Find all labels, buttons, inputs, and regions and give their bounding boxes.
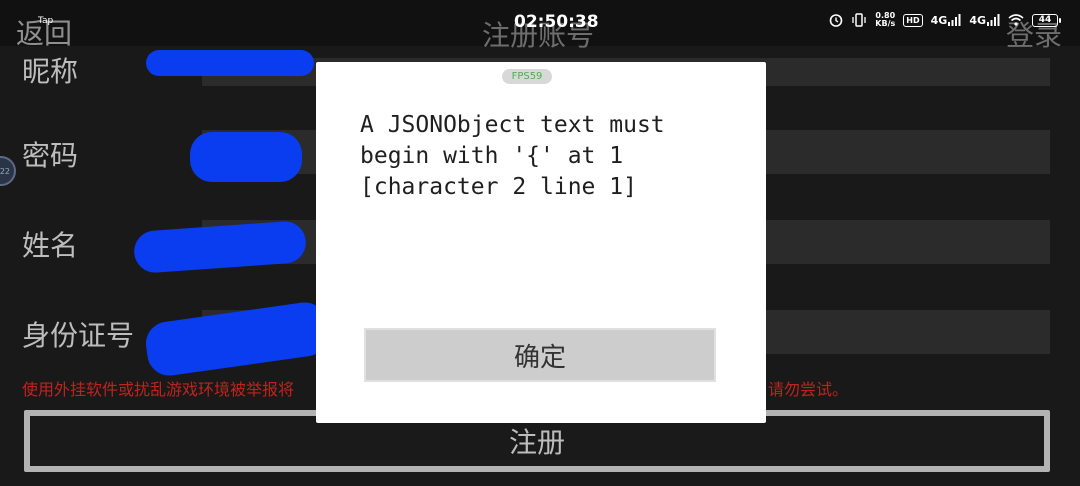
net-speed-unit: KB/s <box>875 19 896 28</box>
alarm-icon <box>829 13 843 27</box>
signal-bars-icon <box>987 14 1000 26</box>
signal-1: 4G <box>931 14 962 27</box>
fps-badge: FPS59 <box>502 69 552 84</box>
name-label: 姓名 <box>22 229 79 262</box>
error-dialog: FPS59 A JSONObject text must begin with … <box>316 62 766 423</box>
top-bar: 返回 Tap 注册账号 02:50:38 登录 0.80 KB/s HD 4G … <box>0 0 1080 52</box>
wifi-icon <box>1008 14 1024 26</box>
sim1-label: 4G <box>930 13 948 27</box>
net-speed: 0.80 KB/s <box>875 12 895 28</box>
redaction-mark <box>132 220 308 274</box>
warning-text: 使用外挂软件或扰乱游戏环境被举报将 <box>22 380 295 399</box>
signal-2: 4G <box>969 14 1000 27</box>
status-time: 02:50:38 <box>514 12 599 32</box>
status-icons: 0.80 KB/s HD 4G 4G 44 <box>829 12 1061 28</box>
redaction-mark <box>146 50 314 76</box>
vibrate-icon <box>851 13 867 27</box>
status-tap: Tap <box>38 16 54 26</box>
warning-text-tail: 请勿尝试。 <box>768 380 849 399</box>
redaction-mark <box>143 299 331 379</box>
battery-icon: 44 <box>1032 13 1061 27</box>
sim2-label: 4G <box>969 13 986 27</box>
redaction-mark <box>190 132 302 182</box>
id-number-label: 身份证号 <box>22 319 135 352</box>
floating-assist-button[interactable]: 22 <box>0 156 16 186</box>
confirm-button[interactable]: 确定 <box>364 328 716 382</box>
hd-badge: HD <box>903 13 923 27</box>
signal-bars-icon <box>948 14 961 26</box>
password-label: 密码 <box>22 139 79 172</box>
dialog-message: A JSONObject text must begin with '{' at… <box>360 112 665 200</box>
nickname-label: 昵称 <box>22 55 79 88</box>
